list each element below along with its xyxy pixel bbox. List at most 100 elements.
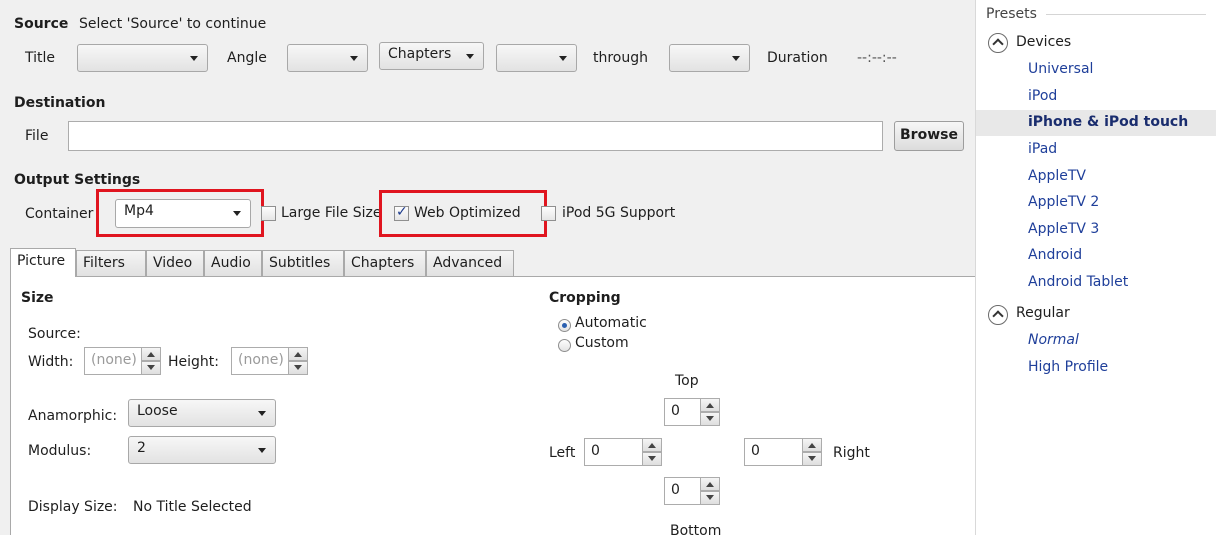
crop-bottom-stepper[interactable]: 0 — [664, 477, 720, 505]
anamorphic-value: Loose — [137, 403, 178, 419]
large-file-size-label: Large File Size — [281, 205, 382, 221]
preset-item-ipad[interactable]: iPad — [976, 137, 1216, 163]
width-label: Width: — [28, 354, 74, 370]
large-file-size-checkbox[interactable] — [261, 206, 276, 221]
crop-right-value: 0 — [751, 443, 760, 459]
height-stepper[interactable]: (none) — [231, 347, 308, 375]
source-label: Source — [14, 16, 69, 32]
preset-group-devices[interactable]: Devices — [1016, 34, 1071, 50]
preset-item-appletv-2[interactable]: AppleTV 2 — [976, 190, 1216, 216]
source-hint: Select 'Source' to continue — [79, 16, 267, 32]
chevron-down-icon — [350, 56, 358, 61]
title-dropdown[interactable] — [77, 44, 208, 72]
crop-top-stepper[interactable]: 0 — [664, 398, 720, 426]
stepper-up-icon[interactable] — [288, 347, 308, 361]
crop-left-value: 0 — [591, 443, 600, 459]
width-value: (none) — [91, 352, 137, 368]
chevron-down-icon — [732, 56, 740, 61]
display-size-label: Display Size: — [28, 499, 118, 515]
chevron-down-icon — [190, 56, 198, 61]
width-stepper[interactable]: (none) — [84, 347, 161, 375]
destination-label: Destination — [14, 95, 106, 111]
stepper-up-icon[interactable] — [802, 438, 822, 452]
crop-right-label: Right — [833, 445, 870, 461]
tab-audio[interactable]: Audio — [204, 250, 262, 276]
chapters-mode-dropdown[interactable]: Chapters — [379, 42, 484, 70]
chevron-down-icon — [466, 54, 474, 59]
stepper-down-icon[interactable] — [700, 491, 720, 505]
height-label: Height: — [168, 354, 219, 370]
tab-filters[interactable]: Filters — [76, 250, 146, 276]
ipod-5g-support-checkbox[interactable] — [541, 206, 556, 221]
output-settings-label: Output Settings — [14, 172, 141, 188]
crop-custom-radio[interactable] — [558, 339, 571, 352]
stepper-up-icon[interactable] — [642, 438, 662, 452]
chevron-down-icon — [258, 411, 266, 416]
preset-item-universal[interactable]: Universal — [976, 57, 1216, 83]
title-label: Title — [25, 50, 56, 66]
stepper-down-icon[interactable] — [642, 452, 662, 466]
duration-label: Duration — [767, 50, 828, 66]
crop-automatic-radio[interactable] — [558, 319, 571, 332]
presets-panel: Presets Devices Universal iPod iPhone & … — [975, 0, 1216, 535]
through-label: through — [593, 50, 649, 66]
tab-subtitles[interactable]: Subtitles — [262, 250, 344, 276]
presets-header-divider — [1046, 14, 1206, 15]
file-path-input[interactable] — [68, 121, 883, 151]
presets-header: Presets — [986, 6, 1037, 22]
collapse-regular-icon[interactable] — [988, 305, 1008, 325]
tab-advanced[interactable]: Advanced — [426, 250, 514, 276]
angle-label: Angle — [227, 50, 267, 66]
chapters-mode-value: Chapters — [388, 46, 452, 62]
tab-picture[interactable]: Picture — [10, 248, 76, 277]
container-label: Container — [25, 206, 94, 222]
stepper-up-icon[interactable] — [700, 398, 720, 412]
anamorphic-dropdown[interactable]: Loose — [128, 399, 276, 427]
crop-bottom-label: Bottom — [670, 523, 722, 535]
crop-top-value: 0 — [671, 403, 680, 419]
height-value: (none) — [238, 352, 284, 368]
picture-tab-panel: Size Source: Width: (none) Height: (none… — [10, 276, 975, 535]
stepper-up-icon[interactable] — [141, 347, 161, 361]
preset-item-ipod[interactable]: iPod — [976, 84, 1216, 110]
file-label: File — [25, 128, 49, 144]
crop-left-label: Left — [549, 445, 576, 461]
highlight-box-web-optimized — [379, 190, 547, 237]
modulus-label: Modulus: — [28, 443, 92, 459]
tab-video[interactable]: Video — [146, 250, 204, 276]
preset-item-appletv-3[interactable]: AppleTV 3 — [976, 217, 1216, 243]
angle-dropdown[interactable] — [287, 44, 368, 72]
preset-item-android[interactable]: Android — [976, 243, 1216, 269]
chapter-start-dropdown[interactable] — [496, 44, 577, 72]
crop-right-stepper[interactable]: 0 — [744, 438, 822, 466]
browse-button[interactable]: Browse — [894, 121, 964, 151]
stepper-down-icon[interactable] — [802, 452, 822, 466]
crop-top-label: Top — [675, 373, 699, 389]
crop-bottom-value: 0 — [671, 482, 680, 498]
cropping-section-label: Cropping — [549, 290, 621, 306]
preset-item-appletv[interactable]: AppleTV — [976, 164, 1216, 190]
stepper-down-icon[interactable] — [288, 361, 308, 375]
ipod-5g-support-label: iPod 5G Support — [562, 205, 676, 221]
stepper-down-icon[interactable] — [141, 361, 161, 375]
crop-left-stepper[interactable]: 0 — [584, 438, 662, 466]
size-section-label: Size — [21, 290, 54, 306]
collapse-devices-icon[interactable] — [988, 33, 1008, 53]
preset-item-normal[interactable]: Normal — [976, 328, 1216, 354]
display-size-value: No Title Selected — [133, 499, 252, 515]
chevron-down-icon — [258, 448, 266, 453]
chevron-down-icon — [559, 56, 567, 61]
preset-item-iphone-ipod-touch[interactable]: iPhone & iPod touch — [976, 110, 1216, 136]
modulus-value: 2 — [137, 440, 146, 456]
stepper-up-icon[interactable] — [700, 477, 720, 491]
stepper-down-icon[interactable] — [700, 412, 720, 426]
crop-automatic-label: Automatic — [575, 315, 647, 331]
tab-chapters[interactable]: Chapters — [344, 250, 426, 276]
anamorphic-label: Anamorphic: — [28, 408, 118, 424]
preset-group-regular[interactable]: Regular — [1016, 305, 1070, 321]
chapter-end-dropdown[interactable] — [669, 44, 750, 72]
modulus-dropdown[interactable]: 2 — [128, 436, 276, 464]
preset-item-android-tablet[interactable]: Android Tablet — [976, 270, 1216, 296]
preset-item-high-profile[interactable]: High Profile — [976, 355, 1216, 381]
crop-custom-label: Custom — [575, 335, 629, 351]
